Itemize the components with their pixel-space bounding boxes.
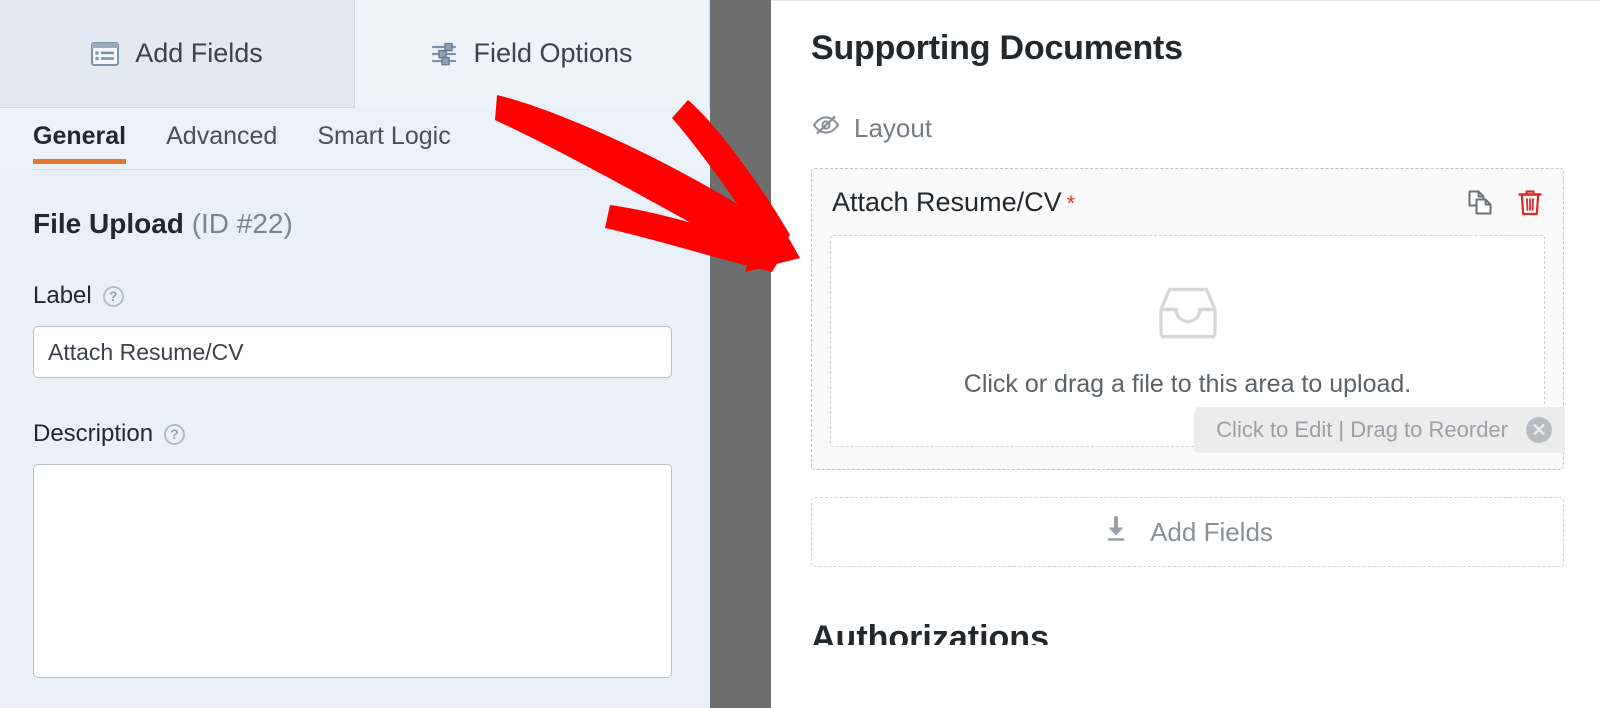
tab-add-fields[interactable]: Add Fields (0, 0, 355, 108)
inbox-tray-icon (1155, 283, 1221, 348)
layout-label: Layout (854, 113, 933, 143)
description-field-text: Description (33, 420, 154, 447)
field-options-panel: Add Fields Field Options General Advance… (0, 0, 710, 708)
field-row-header: Attach Resume/CV * (830, 187, 1545, 218)
panel-tabbar: Add Fields Field Options (0, 0, 710, 108)
subtab-general-label: General (33, 122, 127, 150)
field-row-label-wrap: Attach Resume/CV * (832, 187, 1075, 218)
field-id: (ID #22) (191, 208, 293, 239)
subtab-advanced-label: Advanced (166, 122, 278, 150)
field-type-heading: File Upload (ID #22) (33, 208, 677, 240)
duplicate-icon[interactable] (1465, 188, 1495, 218)
sliders-icon (431, 42, 457, 66)
field-row-attach-resume-cv[interactable]: Attach Resume/CV * Click or drag a file … (811, 168, 1565, 470)
form-section-title: Supporting Documents (811, 29, 1183, 67)
field-row-actions (1465, 188, 1543, 218)
panel-divider (710, 0, 771, 708)
label-field-label: Label ? (33, 282, 677, 310)
field-options-body: File Upload (ID #22) Label ? Description… (0, 208, 710, 683)
label-field-text: Label (33, 282, 92, 309)
field-row-label: Attach Resume/CV (832, 187, 1062, 217)
edit-reorder-tooltip: Click to Edit | Drag to Reorder ✕ (1194, 407, 1565, 453)
add-fields-dropzone[interactable]: Add Fields (811, 497, 1564, 567)
trash-icon[interactable] (1517, 188, 1543, 218)
required-asterisk: * (1066, 191, 1076, 216)
subtab-smart-logic[interactable]: Smart Logic (317, 108, 450, 151)
eye-slash-icon (811, 113, 841, 144)
field-type-name: File Upload (33, 208, 184, 239)
label-input[interactable] (33, 326, 672, 378)
download-arrow-icon (1102, 515, 1130, 550)
subtab-advanced[interactable]: Advanced (166, 108, 277, 151)
close-circle-icon[interactable]: ✕ (1526, 417, 1552, 443)
layout-row[interactable]: Layout (811, 113, 1564, 144)
field-options-subtabs: General Advanced Smart Logic (0, 108, 710, 170)
tab-add-fields-label: Add Fields (135, 38, 263, 68)
edit-reorder-tooltip-text: Click to Edit | Drag to Reorder (1216, 417, 1508, 442)
subtab-general[interactable]: General (33, 108, 127, 164)
next-section-heading: Authorizations (811, 619, 1049, 645)
dropzone-text: Click or drag a file to this area to upl… (963, 370, 1412, 398)
form-preview-panel: Supporting Documents Layout Attach Resum… (771, 0, 1600, 708)
subtab-divider (33, 169, 677, 170)
form-list-icon (91, 41, 120, 66)
tab-field-options-label: Field Options (473, 38, 633, 68)
description-input[interactable] (33, 464, 672, 678)
help-circle-icon[interactable]: ? (102, 285, 124, 307)
description-field-label: Description ? (33, 420, 677, 448)
subtab-smart-logic-label: Smart Logic (317, 122, 451, 150)
form-builder-screen: Add Fields Field Options General Advance… (0, 0, 1600, 708)
tab-field-options[interactable]: Field Options (355, 0, 710, 108)
help-circle-icon[interactable]: ? (164, 423, 186, 445)
add-fields-dropzone-label: Add Fields (1150, 516, 1273, 547)
